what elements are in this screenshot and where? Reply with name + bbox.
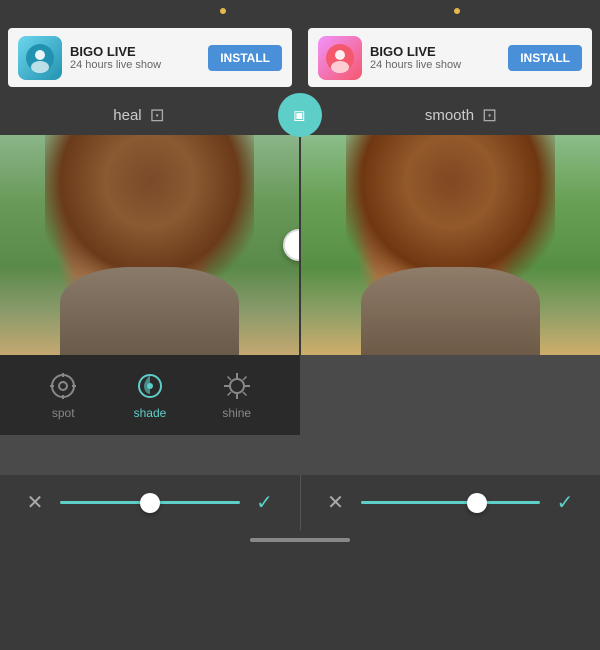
toolbar-left-section: heal ⊡ [0, 106, 278, 124]
swap-button[interactable]: ◈ [278, 93, 322, 137]
ad-subtitle-left: 24 hours live show [70, 59, 200, 71]
heal-label: heal [113, 107, 141, 124]
home-indicator [0, 530, 600, 550]
action-bar-right: ✕ ✓ [300, 475, 600, 530]
portrait-image-right [301, 135, 600, 355]
ad-banner-left[interactable]: BIGO LIVE 24 hours live show INSTALL [8, 28, 292, 87]
mode-toolbar: heal ⊡ ◈ smooth ⊡ [0, 95, 600, 135]
tools-panel: spot shade [0, 355, 300, 435]
ad-logo-right [318, 36, 362, 80]
tools-row: spot shade [0, 355, 600, 435]
split-icon-left: ⊡ [150, 106, 165, 124]
spot-icon [47, 370, 79, 402]
slider-thumb-left[interactable] [140, 493, 160, 513]
ad-title-left: BIGO LIVE [70, 44, 200, 59]
tool-shine[interactable]: shine [221, 370, 253, 420]
accent-dot-left [220, 8, 226, 14]
tool-shade[interactable]: shade [134, 370, 167, 420]
accent-dot-right [454, 8, 460, 14]
ad-subtitle-right: 24 hours live show [370, 59, 500, 71]
ad-title-right: BIGO LIVE [370, 44, 500, 59]
bottom-action-bars: ✕ ✓ ✕ ✓ [0, 475, 600, 530]
home-bar [250, 538, 350, 542]
cancel-button-left[interactable]: ✕ [20, 488, 50, 518]
shade-icon [134, 370, 166, 402]
shade-label: shade [134, 406, 167, 420]
toolbar-right-section: smooth ⊡ [322, 106, 600, 124]
ad-logo-left [18, 36, 62, 80]
ad-text-right: BIGO LIVE 24 hours live show [370, 44, 500, 71]
spot-label: spot [52, 406, 75, 420]
slider-left[interactable] [60, 501, 240, 504]
split-icon-right: ⊡ [482, 106, 497, 124]
spacer-gray [0, 435, 600, 475]
shine-icon [221, 370, 253, 402]
action-bar-left: ✕ ✓ [0, 475, 300, 530]
ad-text-left: BIGO LIVE 24 hours live show [70, 44, 200, 71]
confirm-button-left[interactable]: ✓ [250, 488, 280, 518]
image-panel-right[interactable] [301, 135, 600, 355]
gray-panel-right [300, 355, 600, 435]
slider-thumb-right[interactable] [467, 493, 487, 513]
images-comparison-section [0, 135, 600, 355]
slider-right[interactable] [361, 501, 541, 504]
ad-install-button-right[interactable]: INSTALL [508, 45, 582, 71]
smooth-label: smooth [425, 107, 474, 124]
ad-install-button-left[interactable]: INSTALL [208, 45, 282, 71]
ad-banners-section: BIGO LIVE 24 hours live show INSTALL BIG… [0, 20, 600, 95]
swap-icon: ◈ [288, 103, 313, 128]
cancel-button-right[interactable]: ✕ [321, 488, 351, 518]
ad-banner-right[interactable]: BIGO LIVE 24 hours live show INSTALL [308, 28, 592, 87]
image-panel-left[interactable] [0, 135, 301, 355]
confirm-button-right[interactable]: ✓ [550, 488, 580, 518]
tool-spot[interactable]: spot [47, 370, 79, 420]
shine-label: shine [222, 406, 251, 420]
portrait-image-left [0, 135, 299, 355]
